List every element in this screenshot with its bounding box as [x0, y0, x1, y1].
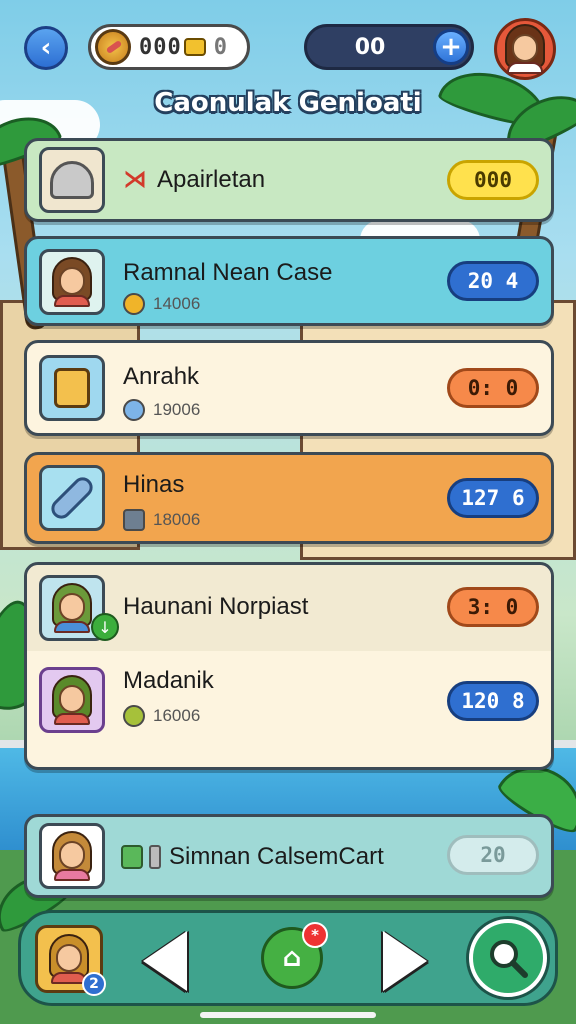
coin-value: 000 — [139, 34, 182, 60]
coin-icon — [123, 705, 145, 727]
list-group: ↓ Haunani Norpiast 3: 0 Madanik 16006 12… — [24, 562, 554, 770]
download-icon: ↓ — [91, 613, 119, 641]
robot-icon — [39, 355, 105, 421]
avatar-icon — [503, 24, 547, 74]
item-name: Madanik — [123, 667, 214, 694]
coin-extra: 0 — [213, 34, 228, 60]
list-item[interactable]: ⋊ Apairletan 000 — [24, 138, 554, 222]
list-item[interactable]: Madanik 16006 120 8 — [27, 651, 551, 771]
notification-badge: * — [302, 922, 328, 948]
home-icon: ⌂ — [282, 943, 302, 973]
gem-value: 00 — [354, 34, 386, 60]
list-item[interactable]: Anrahk 19006 0: 0 — [24, 340, 554, 436]
gem-counter: 00 + — [304, 24, 474, 70]
bottom-nav: 2 ⌂ * — [18, 910, 558, 1006]
top-bar: ‹ 000 0 00 + — [20, 18, 556, 80]
item-name: Simnan CalsemCart — [169, 843, 384, 870]
woman-avatar-icon — [39, 249, 105, 315]
player-avatar-button[interactable]: 2 — [35, 925, 106, 996]
item-score: 0: 0 — [447, 368, 539, 408]
item-name: Hinas — [123, 471, 185, 498]
add-gems-button[interactable]: + — [433, 29, 469, 65]
list-item[interactable]: Ramnal Nean Case 14006 20 4 — [24, 236, 554, 326]
item-name: Ramnal Nean Case — [123, 259, 333, 286]
triangle-left-icon[interactable] — [143, 931, 187, 991]
home-indicator — [200, 1012, 376, 1018]
page-title: Caonulak Genioati — [154, 88, 422, 118]
list-item[interactable]: Hinas 18006 127 6 — [24, 452, 554, 544]
item-subvalue: 18006 — [153, 510, 201, 529]
item-score: 127 6 — [447, 478, 539, 518]
shield-icon — [123, 509, 145, 531]
search-icon — [490, 940, 528, 978]
wrench-icon — [123, 399, 145, 421]
ticket-icon — [183, 38, 206, 56]
home-button[interactable]: ⌂ * — [261, 922, 328, 989]
coin-icon — [123, 293, 145, 315]
chevron-left-icon: ‹ — [40, 33, 52, 63]
item-score: 120 8 — [447, 681, 539, 721]
item-score: 20 4 — [447, 261, 539, 301]
battery-icon — [149, 845, 161, 869]
triangle-right-icon[interactable] — [383, 931, 427, 991]
rocket-icon — [39, 465, 105, 531]
back-button[interactable]: ‹ — [24, 26, 68, 70]
item-subvalue: 19006 — [153, 400, 201, 419]
girl-avatar-icon — [39, 667, 105, 733]
ticket-icon — [121, 845, 143, 869]
kid-avatar-icon — [39, 823, 105, 889]
coin-counter[interactable]: 000 0 — [88, 24, 250, 70]
item-score: 3: 0 — [447, 587, 539, 627]
item-subvalue: 16006 — [153, 706, 201, 725]
coin-icon — [95, 29, 131, 65]
item-name: Anrahk — [123, 363, 200, 390]
item-name: Haunani Norpiast — [123, 593, 309, 620]
item-score: 000 — [447, 160, 539, 200]
red-flag-icon: ⋊ — [123, 165, 147, 193]
helmet-icon — [39, 147, 105, 213]
search-button[interactable] — [469, 919, 547, 997]
avatar-badge: 2 — [82, 972, 106, 996]
item-subvalue: 14006 — [153, 294, 201, 313]
item-score: 20 — [447, 835, 539, 875]
plus-icon: + — [440, 32, 462, 62]
list-item[interactable]: ↓ Haunani Norpiast 3: 0 — [27, 565, 551, 651]
list-item[interactable]: Simnan CalsemCart 20 — [24, 814, 554, 898]
profile-button[interactable] — [494, 18, 556, 80]
item-name: Apairletan — [157, 166, 266, 193]
